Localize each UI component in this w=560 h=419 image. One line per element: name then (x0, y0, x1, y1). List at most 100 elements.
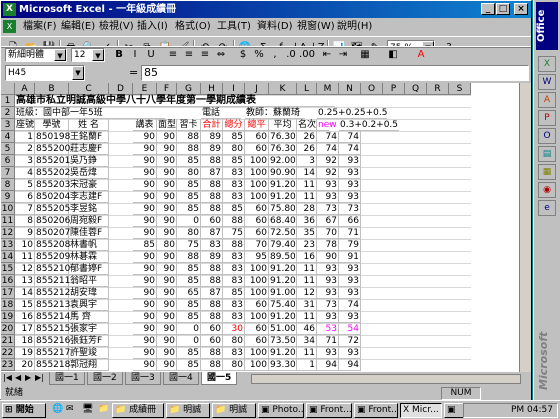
row-header[interactable]: 5 (1, 143, 15, 155)
table-cell[interactable]: 12 (15, 263, 35, 275)
table-cell[interactable]: 80 (177, 167, 201, 179)
table-cell[interactable]: 68.40 (269, 215, 297, 227)
sheet-tab-active[interactable]: 國一5 (201, 372, 238, 385)
table-cell[interactable]: 16 (297, 251, 317, 263)
table-cell[interactable]: 0 (177, 215, 201, 227)
table-cell[interactable]: 91.20 (269, 347, 297, 359)
table-cell[interactable]: 莊志慶F (69, 143, 109, 155)
table-cell[interactable]: 93 (339, 287, 361, 299)
table-cell[interactable]: 100 (245, 179, 269, 191)
table-cell[interactable]: 0 (177, 335, 201, 347)
table-cell[interactable]: 54 (339, 323, 361, 335)
table-cell[interactable]: 93 (339, 191, 361, 203)
menu-insert[interactable]: 插入(I) (135, 20, 170, 34)
table-cell[interactable]: 72 (339, 335, 361, 347)
table-cell[interactable]: 92.00 (269, 155, 297, 167)
quicklaunch-icon[interactable]: 📁 (96, 403, 112, 418)
table-cell[interactable]: 85 (177, 191, 201, 203)
table-cell[interactable]: 90 (157, 359, 177, 371)
table-cell[interactable]: 93 (317, 287, 339, 299)
table-cell[interactable]: 85 (223, 287, 245, 299)
column-header[interactable]: B (35, 83, 69, 95)
table-cell[interactable]: 72.50 (269, 227, 297, 239)
table-cell[interactable]: 88 (223, 239, 245, 251)
phone-label[interactable]: 電話 (201, 107, 241, 119)
menu-view[interactable]: 檢視(V) (97, 20, 136, 34)
row-header[interactable]: 1 (1, 95, 15, 107)
table-cell[interactable]: 100 (245, 275, 269, 287)
table-cell[interactable]: 93 (339, 275, 361, 287)
row-header[interactable]: 22 (1, 347, 15, 359)
table-cell[interactable]: 60 (245, 131, 269, 143)
table-cell[interactable]: 林書帆 (69, 239, 109, 251)
outlook-shortcut-icon[interactable]: O (538, 128, 556, 144)
table-cell[interactable]: 8 (15, 215, 35, 227)
table-cell[interactable]: 93 (317, 191, 339, 203)
table-cell[interactable]: 850204 (35, 191, 70, 203)
table-cell[interactable]: 83 (223, 311, 245, 323)
sheet-title[interactable]: 高雄市私立明誠高級中學八十八學年度第一學期成績表 (15, 95, 335, 107)
table-cell[interactable]: 91.20 (269, 275, 297, 287)
table-cell[interactable]: 80 (223, 359, 245, 371)
access-shortcut-icon[interactable]: A (538, 92, 556, 108)
increase-indent-icon[interactable]: ⇥ (335, 48, 351, 62)
table-cell[interactable]: 79 (339, 239, 361, 251)
table-cell[interactable]: 75.40 (269, 299, 297, 311)
table-cell[interactable]: 855216 (35, 335, 70, 347)
table-cell[interactable]: 88 (201, 311, 223, 323)
table-cell[interactable]: 89 (201, 131, 223, 143)
table-cell[interactable]: 周宛毅F (69, 215, 109, 227)
table-cell[interactable]: 91.20 (269, 179, 297, 191)
table-cell[interactable]: 宋冠豪 (69, 179, 109, 191)
table-cell[interactable]: 92 (317, 167, 339, 179)
excel-app-icon[interactable]: X (3, 3, 16, 16)
table-cell[interactable]: 90 (133, 227, 157, 239)
table-cell[interactable]: 95 (245, 251, 269, 263)
table-cell[interactable]: 88 (223, 215, 245, 227)
table-cell[interactable]: 76.30 (269, 131, 297, 143)
table-cell[interactable]: 90 (157, 251, 177, 263)
table-cell[interactable]: 90 (133, 287, 157, 299)
table-cell[interactable]: 91 (339, 251, 361, 263)
table-cell[interactable]: 11 (297, 179, 317, 191)
table-cell[interactable]: 11 (297, 311, 317, 323)
table-cell[interactable]: 26 (297, 131, 317, 143)
table-cell[interactable]: 60 (245, 203, 269, 215)
font-color-icon[interactable]: A (413, 48, 429, 62)
table-cell[interactable]: 90 (133, 335, 157, 347)
column-header[interactable]: G (177, 83, 201, 95)
decrease-indent-icon[interactable]: ⇤ (319, 48, 335, 62)
column-header[interactable]: E (133, 83, 157, 95)
table-cell[interactable]: 90 (133, 275, 157, 287)
powerpoint-shortcut-icon[interactable]: P (538, 110, 556, 126)
table-cell[interactable]: 11 (297, 263, 317, 275)
align-right-icon[interactable]: ≡ (197, 48, 213, 62)
table-cell[interactable]: 855201 (35, 155, 70, 167)
table-cell[interactable]: 100 (245, 167, 269, 179)
excel-shortcut-icon[interactable]: X (538, 56, 556, 72)
taskbar-item[interactable]: 📁 明誠 (166, 403, 210, 418)
table-cell[interactable]: 90 (157, 179, 177, 191)
table-cell[interactable]: 93 (339, 179, 361, 191)
table-cell[interactable]: 5 (15, 179, 35, 191)
table-cell[interactable]: 91.20 (269, 263, 297, 275)
column-header[interactable]: D (109, 83, 133, 95)
quicklaunch-icon[interactable]: 🖥 (80, 403, 96, 418)
table-cell[interactable]: 93.30 (269, 359, 297, 371)
table-cell[interactable]: 88 (201, 191, 223, 203)
table-cell[interactable]: 73 (317, 203, 339, 215)
table-cell[interactable]: 70 (317, 227, 339, 239)
table-cell[interactable]: 60 (245, 335, 269, 347)
italic-icon[interactable]: I (127, 48, 143, 62)
table-cell[interactable]: 28 (297, 203, 317, 215)
table-cell[interactable]: 85 (177, 347, 201, 359)
sheet-tab[interactable]: 國一4 (163, 372, 199, 385)
column-title[interactable]: 總平 (245, 119, 269, 131)
table-cell[interactable]: 李志建F (69, 191, 109, 203)
column-header[interactable]: S (449, 83, 471, 95)
column-header[interactable]: F (157, 83, 177, 95)
font-name-combo[interactable]: 新細明體 ▼ (5, 48, 67, 62)
table-cell[interactable]: 93 (339, 347, 361, 359)
title-bar[interactable]: X Microsoft Excel - 一年級成績冊 _ □ × (1, 1, 531, 18)
table-cell[interactable]: 3 (15, 155, 35, 167)
